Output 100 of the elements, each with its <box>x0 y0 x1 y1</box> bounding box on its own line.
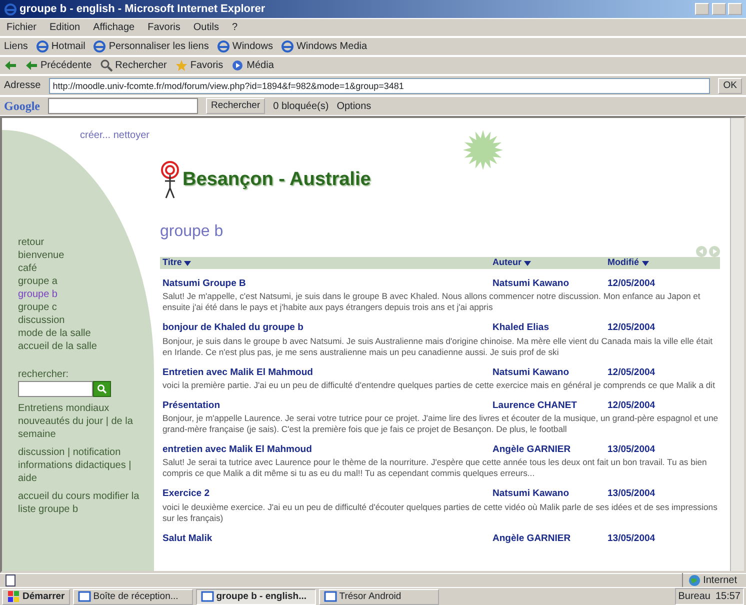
post-date: 13/05/2004 <box>608 487 656 502</box>
menu-item[interactable]: Favoris <box>145 20 183 35</box>
nav-link[interactable]: groupe c <box>18 301 146 314</box>
search-button[interactable]: Rechercher <box>206 98 266 114</box>
author-link[interactable]: Khaled Elias <box>492 321 608 336</box>
site-title: Besançon - Australie <box>182 168 371 192</box>
post-title-link[interactable]: Entretien avec Malik El Mahmoud <box>162 366 492 380</box>
link-item[interactable]: Windows Media <box>280 39 368 54</box>
column-header[interactable]: Modifié <box>608 256 639 270</box>
post-date: 13/05/2004 <box>608 443 656 457</box>
menu-item[interactable]: Fichier <box>4 20 40 35</box>
menu-item[interactable]: Outils <box>190 20 222 35</box>
toolbar-button[interactable]: Média <box>231 58 274 73</box>
post-excerpt: voici la première partie. J'ai eu un peu de difficulté d'entendre quelques parties de cette exercice mais en général je comprends ce que Malik a dit <box>162 380 716 391</box>
author-link[interactable]: Natsumi Kawano <box>492 277 608 292</box>
side-link[interactable]: accueil du cours modifier la liste groupe b <box>18 490 146 516</box>
column-header[interactable]: Auteur <box>492 256 522 270</box>
post-date: 12/05/2004 <box>608 321 656 336</box>
sun-icon <box>463 130 504 170</box>
google-search-field[interactable] <box>48 98 198 114</box>
link-item[interactable]: Windows <box>216 39 273 54</box>
post-excerpt: Bonjour, je suis dans le groupe b avec Natsumi. Je suis Australienne mais d'origine chinoise. Ma mère elle vient du Canada mais la ville elle était en Irlande. Ce n'est plus pas, je me sens australienne mais un peu canadienne aussi. Je suis prof de ski <box>162 336 714 358</box>
close-button[interactable] <box>728 3 742 15</box>
browser-icon <box>36 40 49 53</box>
post-excerpt: Salut! Je m'appelle, c'est Natsumi, je suis dans le groupe B avec Khaled. Nous allons commencer notre discussion. Mon enfance au Japon et ensuite j'ai été dans le pays et j'habite aux pays étrangers depuis trois ans et j'ai appris <box>162 291 702 314</box>
window-icon <box>200 590 214 603</box>
toolbar-button[interactable]: Précédente <box>25 58 92 73</box>
post-title-link[interactable]: Exercice 2 <box>162 487 492 502</box>
author-link[interactable]: Angèle GARNIER <box>492 443 608 458</box>
post-title-link[interactable]: bonjour de Khaled du groupe b <box>162 321 492 336</box>
window-icon <box>324 590 337 603</box>
google-logo: Google <box>4 98 40 115</box>
side-link[interactable]: discussion | notification informations didactiques | aide <box>18 446 146 485</box>
menu-item[interactable]: Edition <box>47 20 83 35</box>
browser-icon <box>216 40 230 53</box>
post-excerpt: voici le deuxième exercice. J'ai eu un peu de difficulté d'écouter quelques parties de cette vidéo où Malik parle de ses idées et de ses impressions sur les français) <box>162 502 718 524</box>
back-arrow-icon <box>25 59 38 72</box>
maximize-button[interactable] <box>712 3 726 15</box>
nav-link[interactable]: discussion <box>18 314 146 327</box>
menu-item[interactable]: ? <box>229 20 240 35</box>
nav-link[interactable]: groupe b <box>18 288 146 301</box>
column-header[interactable]: Titre <box>162 256 182 270</box>
taskbar-button[interactable]: Trésor Android <box>318 588 439 604</box>
window-title: groupe b - english - Microsoft Internet Explorer <box>20 2 266 17</box>
post-date: 12/05/2004 <box>608 398 656 413</box>
link-item[interactable]: Hotmail <box>36 39 86 54</box>
search-button[interactable] <box>93 381 111 397</box>
post-date: 13/05/2004 <box>608 532 656 546</box>
address-field[interactable]: http://moodle.univ-fcomte.fr/mod/forum/view.php?id=1894&f=982&mode=1&group=3481 <box>48 78 710 94</box>
search-label: rechercher: <box>18 368 70 381</box>
sort-caret-icon[interactable] <box>184 260 192 266</box>
taskbar-button[interactable]: Boîte de réception... <box>72 588 193 604</box>
target-figure-icon <box>160 161 180 199</box>
author-link[interactable]: Natsumi Kawano <box>492 487 608 502</box>
menu-item[interactable]: Affichage <box>90 20 138 35</box>
tray-label: Bureau <box>678 590 710 604</box>
vertical-scrollbar[interactable] <box>730 118 744 571</box>
link-item[interactable]: Personnaliser les liens <box>93 39 209 54</box>
author-link[interactable]: Angèle GARNIER <box>492 532 608 546</box>
toolbar-button[interactable]: Rechercher <box>100 58 167 73</box>
page-heading: groupe b <box>160 222 224 242</box>
browser-icon <box>280 40 294 53</box>
search-icon <box>100 59 113 72</box>
toolbar-button[interactable]: Favoris <box>174 58 224 73</box>
post-date: 12/05/2004 <box>608 277 656 291</box>
top-links[interactable]: créer... nettoyer <box>80 128 720 143</box>
search-field[interactable] <box>18 381 93 397</box>
search-icon[interactable] <box>97 384 107 394</box>
options-button[interactable]: Options <box>336 98 372 114</box>
post-title-link[interactable]: Présentation <box>162 398 492 413</box>
taskbar-button[interactable]: groupe b - english... <box>196 588 316 604</box>
sort-caret-icon[interactable] <box>524 260 531 266</box>
globe-icon <box>688 574 701 587</box>
address-label: Adresse <box>4 79 41 93</box>
post-title-link[interactable]: entretien avec Malik El Mahmoud <box>162 443 492 458</box>
side-link[interactable]: Entretiens mondiaux nouveautés du jour | de la semaine <box>18 402 146 441</box>
nav-link[interactable]: groupe a <box>18 275 146 288</box>
back-arrow-icon[interactable] <box>4 59 17 72</box>
author-link[interactable]: Laurence CHANET <box>492 398 608 413</box>
sort-caret-icon[interactable] <box>642 260 648 266</box>
post-date: 12/05/2004 <box>608 366 656 380</box>
post-title-link[interactable]: Salut Malik <box>162 532 492 546</box>
clock: 15:57 <box>715 590 740 604</box>
browser-icon <box>93 40 106 53</box>
nav-link[interactable]: accueil de la salle <box>18 340 146 353</box>
nav-link[interactable]: retour <box>18 236 146 249</box>
post-title-link[interactable]: Natsumi Groupe B <box>162 277 492 292</box>
browser-icon <box>4 2 17 16</box>
window-icon <box>78 590 91 603</box>
start-button[interactable]: Démarrer <box>2 588 70 604</box>
media-icon <box>231 59 244 72</box>
post-excerpt: Bonjour, je m'appelle Laurence. Je serai votre tutrice pour ce projet. J'aime lire des livres et écouter de la musique, un grand-père espagnol et une grand-mère française (je sais). C'est la première fois que je fais ce projet de Besançon. De plus, le football <box>162 413 720 435</box>
go-button[interactable]: OK <box>718 78 742 94</box>
nav-link[interactable]: bienvenue <box>18 249 146 262</box>
post-excerpt: Salut! Je serai ta tutrice avec Laurence pour le thème de la nourriture. J'espère que cette année tous les deux ont fait un bon travail. Tu as bien compris ce que Malik a dit même si tu as eu du mal!! Tu as cependant commis quelques erreurs... <box>162 457 708 480</box>
nav-link[interactable]: mode de la salle <box>18 327 146 340</box>
popup-blocker-button[interactable]: 0 bloquée(s) <box>273 98 329 114</box>
minimize-button[interactable] <box>695 3 709 15</box>
author-link[interactable]: Natsumi Kawano <box>492 366 608 380</box>
nav-link[interactable]: café <box>18 262 146 275</box>
